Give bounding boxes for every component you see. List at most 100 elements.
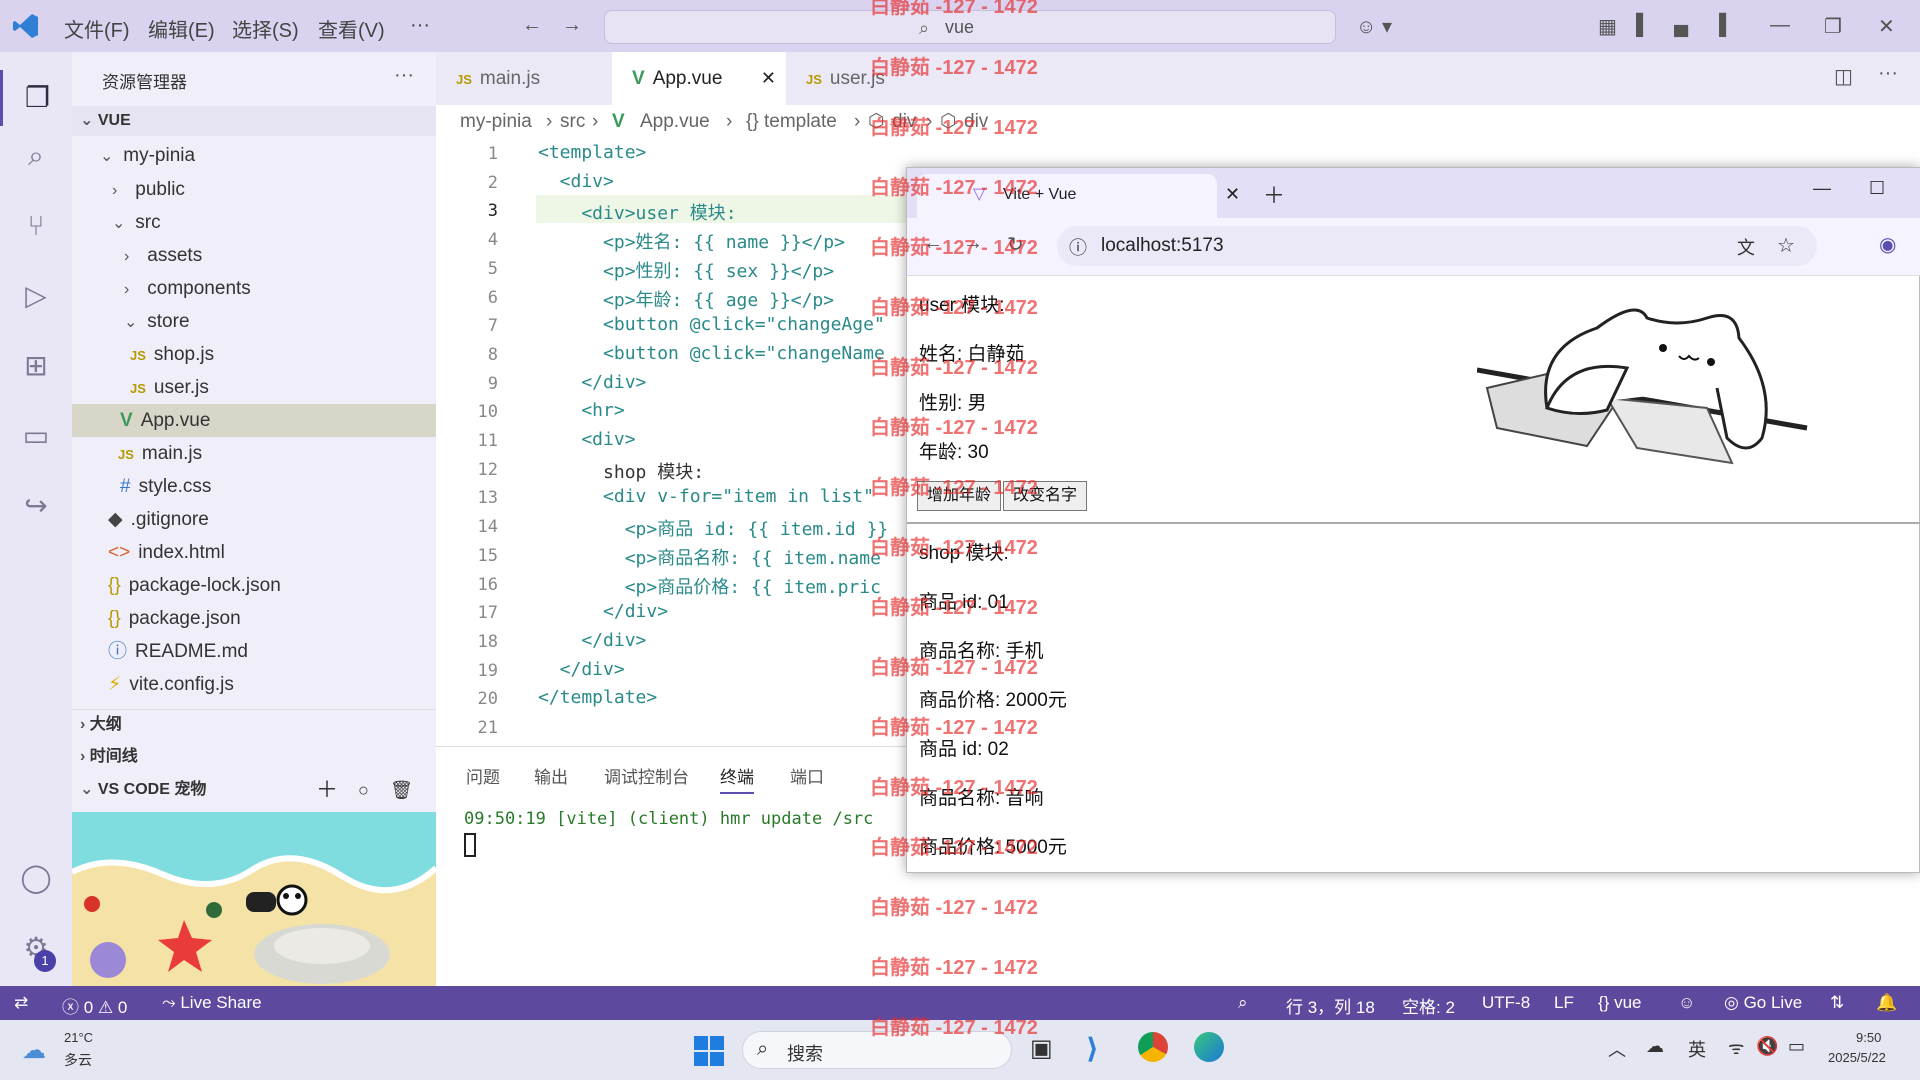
split-editor-icon[interactable]: ◫ xyxy=(1834,64,1853,89)
toggle-secondary-sidebar-icon[interactable]: ▐ xyxy=(1712,14,1726,37)
notification-bell-icon[interactable]: 🔔 xyxy=(1876,993,1897,1013)
menu-edit[interactable]: 编辑(E) xyxy=(148,14,215,43)
minimize-icon[interactable]: — xyxy=(1770,14,1790,37)
add-pet-icon[interactable]: ＋ xyxy=(316,775,338,805)
copilot-status-icon[interactable]: ☺ xyxy=(1678,993,1695,1013)
ime-indicator[interactable]: 英 xyxy=(1688,1036,1706,1062)
bookmark-star-icon[interactable]: ☆ xyxy=(1777,233,1795,258)
breadcrumb-item[interactable]: my-pinia xyxy=(460,106,532,138)
extensions-icon[interactable]: ⊞ xyxy=(18,348,54,384)
tab-main-js[interactable]: JS main.js xyxy=(436,52,612,105)
run-debug-icon[interactable]: ▷ xyxy=(18,278,54,314)
language-mode[interactable]: {} vue xyxy=(1598,993,1642,1013)
breadcrumb-item[interactable]: App.vue xyxy=(640,106,710,138)
weather-cloud-icon[interactable]: ☁ xyxy=(22,1036,46,1065)
panel-tab-problems[interactable]: 问题 xyxy=(466,763,500,788)
ball-icon[interactable]: ○ xyxy=(358,775,369,805)
menu-more[interactable]: ··· xyxy=(410,14,430,37)
section-outline[interactable]: › 大纲 xyxy=(72,709,436,739)
tree-item-gitignore[interactable]: ◆ .gitignore xyxy=(72,503,436,536)
tree-item-readme[interactable]: ⓘ README.md xyxy=(72,635,436,668)
tree-item-user-js[interactable]: JS user.js xyxy=(72,371,436,404)
line-number: 8 xyxy=(487,344,498,365)
cloud-offline-icon[interactable]: ☁ xyxy=(1646,1036,1664,1057)
more-actions-icon[interactable]: ··· xyxy=(1878,62,1898,85)
tree-item-index-html[interactable]: <> index.html xyxy=(72,536,436,569)
restore-icon[interactable]: ❐ xyxy=(1824,14,1842,39)
tree-item-main-js[interactable]: JS main.js xyxy=(72,437,436,470)
toggle-sidebar-icon[interactable]: ▌ xyxy=(1636,14,1650,37)
problems-indicator[interactable]: ⓧ 0 ⚠ 0 xyxy=(62,993,127,1018)
copilot-icon[interactable]: ☺ ▾ xyxy=(1356,14,1392,39)
site-info-icon[interactable]: ⓘ xyxy=(1069,234,1087,260)
tab-app-vue[interactable]: V App.vue ✕ xyxy=(612,52,786,105)
profile-icon[interactable]: ◉ xyxy=(1879,232,1896,257)
section-pet[interactable]: ⌄ VS CODE 宠物 ＋ ○ 🗑 xyxy=(72,775,436,805)
source-control-icon[interactable]: ⑂ xyxy=(18,208,54,244)
live-share-icon[interactable]: ↪ xyxy=(18,488,54,524)
clock-time[interactable]: 9:50 xyxy=(1856,1030,1881,1045)
new-tab-icon[interactable]: ＋ xyxy=(1263,178,1285,210)
zoom-icon[interactable]: ⌕ xyxy=(1238,993,1248,1013)
sync-icon[interactable]: ⇅ xyxy=(1830,993,1844,1013)
clock-date[interactable]: 2025/5/22 xyxy=(1828,1050,1886,1065)
tree-item-public[interactable]: › public xyxy=(72,173,436,206)
minimize-icon[interactable]: — xyxy=(1813,178,1831,199)
chrome-icon[interactable] xyxy=(1138,1032,1168,1062)
close-icon[interactable]: ✕ xyxy=(1878,14,1895,39)
search-icon[interactable]: ⌕ xyxy=(18,138,54,174)
section-timeline[interactable]: › 时间线 xyxy=(72,742,436,772)
tree-item-shop-js[interactable]: JS shop.js xyxy=(72,338,436,371)
maximize-icon[interactable]: ☐ xyxy=(1869,178,1885,199)
back-arrow-icon[interactable]: ← xyxy=(522,14,542,37)
windows-start-icon[interactable] xyxy=(694,1036,724,1066)
close-tab-icon[interactable]: ✕ xyxy=(1225,184,1240,205)
tree-item-store[interactable]: ⌄ store xyxy=(72,305,436,338)
tree-item-package-lock-json[interactable]: {} package-lock.json xyxy=(72,569,436,602)
customize-layout-icon[interactable]: ▦ xyxy=(1598,14,1617,39)
tree-item-assets[interactable]: › assets xyxy=(72,239,436,272)
tree-item-app-vue[interactable]: V App.vue xyxy=(72,404,436,437)
wifi-icon[interactable]: ᯤ xyxy=(1728,1036,1744,1060)
panel-tab-terminal[interactable]: 终端 xyxy=(720,763,754,794)
remote-explorer-icon[interactable]: ▭ xyxy=(18,418,54,454)
tree-item-src[interactable]: ⌄ src xyxy=(72,206,436,239)
translate-icon[interactable]: 文 xyxy=(1737,234,1755,260)
toggle-panel-icon[interactable]: ▄ xyxy=(1674,14,1688,37)
explorer-icon[interactable]: ❐ xyxy=(0,70,72,126)
encoding[interactable]: UTF-8 xyxy=(1482,993,1530,1013)
tree-item-my-pinia[interactable]: ⌄ my-pinia xyxy=(72,139,436,172)
go-live[interactable]: ◎ Go Live xyxy=(1724,993,1802,1013)
indentation[interactable]: 空格: 2 xyxy=(1402,993,1455,1018)
close-tab-icon[interactable]: ✕ xyxy=(761,52,776,105)
panel-tab-output[interactable]: 输出 xyxy=(534,763,568,788)
panel-tab-ports[interactable]: 端口 xyxy=(790,763,824,788)
breadcrumb-item[interactable]: {} template xyxy=(746,106,837,138)
account-icon[interactable]: ◯ xyxy=(18,860,54,896)
terminal-cursor[interactable] xyxy=(464,833,476,857)
tree-item-components[interactable]: › components xyxy=(72,272,436,305)
eol[interactable]: LF xyxy=(1554,993,1574,1013)
edge-icon[interactable] xyxy=(1194,1032,1224,1062)
cursor-position[interactable]: 行 3，列 18 xyxy=(1286,993,1375,1018)
more-actions-icon[interactable]: ··· xyxy=(394,64,414,87)
code-editor[interactable]: 1 <template> 2 <div> 3 <div>user 模块: 4 <p>姓名… xyxy=(436,138,916,746)
address-bar[interactable]: ⓘ localhost:5173 文 ☆ xyxy=(1057,226,1817,266)
forward-arrow-icon[interactable]: → xyxy=(562,14,582,37)
workspace-root[interactable]: ⌄ VUE xyxy=(72,106,436,136)
breadcrumb-item[interactable]: src xyxy=(560,106,585,138)
vscode-taskbar-icon[interactable]: ⟩ xyxy=(1086,1032,1099,1065)
menu-view[interactable]: 查看(V) xyxy=(318,14,385,43)
battery-icon[interactable]: ▭ xyxy=(1788,1036,1805,1057)
tree-item-style-css[interactable]: # style.css xyxy=(72,470,436,503)
tree-item-vite-config[interactable]: ⚡ vite.config.js xyxy=(72,668,436,701)
panel-tab-debug-console[interactable]: 调试控制台 xyxy=(604,763,689,788)
remote-indicator-icon[interactable]: ⇄ xyxy=(14,993,28,1013)
chevron-up-icon[interactable]: ︿ xyxy=(1608,1036,1626,1062)
menu-selection[interactable]: 选择(S) xyxy=(232,14,299,43)
trash-icon[interactable]: 🗑 xyxy=(390,775,413,805)
tree-item-package-json[interactable]: {} package.json xyxy=(72,602,436,635)
live-share-status[interactable]: ⤳ Live Share xyxy=(162,993,262,1013)
volume-muted-icon[interactable]: 🔇 xyxy=(1756,1036,1778,1057)
menu-file[interactable]: 文件(F) xyxy=(64,14,130,43)
